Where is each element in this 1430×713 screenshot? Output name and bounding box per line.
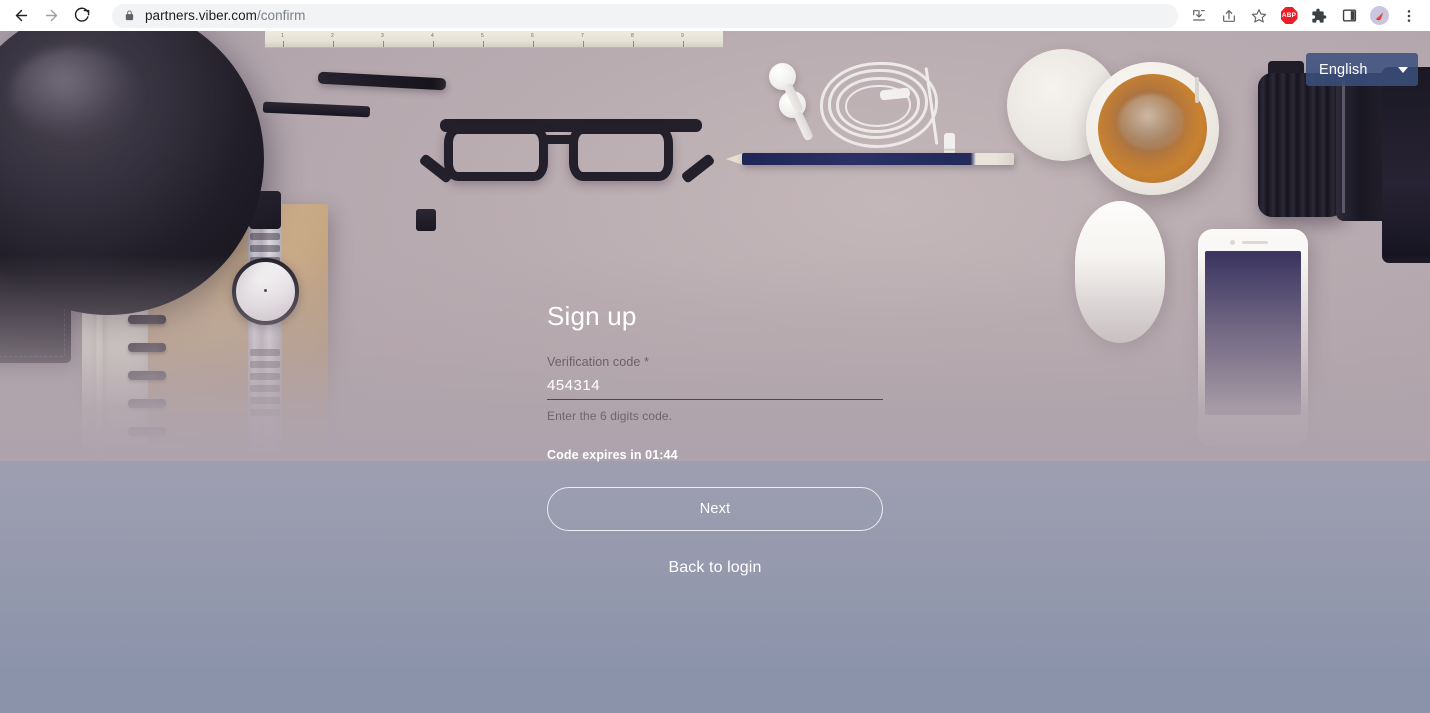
eyeglasses-object <box>418 113 716 185</box>
address-bar[interactable]: partners.viber.com/confirm <box>112 3 1178 28</box>
extensions-button[interactable] <box>1305 2 1333 30</box>
pen-cap-object <box>416 209 436 231</box>
share-button[interactable] <box>1215 2 1243 30</box>
install-app-icon <box>1193 9 1205 21</box>
profile-button[interactable] <box>1365 2 1393 30</box>
phone-screen <box>1205 251 1301 415</box>
back-to-login-link[interactable]: Back to login <box>547 559 883 577</box>
coffee-crema <box>1118 94 1184 150</box>
chrome-menu-button[interactable] <box>1395 2 1423 30</box>
verification-code-hint: Enter the 6 digits code. <box>547 409 673 423</box>
page-viewport: 1 2 3 4 5 6 7 8 9 English Sign up Verifi… <box>0 31 1430 713</box>
navigation-buttons <box>0 1 96 31</box>
language-selector[interactable]: English <box>1306 53 1418 86</box>
url-path: /confirm <box>256 8 306 23</box>
extensions-puzzle-icon <box>1312 8 1327 23</box>
code-expiry-timer: Code expires in 01:44 <box>547 448 678 462</box>
chevron-down-icon <box>1398 66 1408 73</box>
forward-button[interactable] <box>36 1 66 31</box>
coffee-cup-object <box>1086 62 1219 195</box>
wristwatch-object <box>232 258 299 325</box>
browser-toolbar: partners.viber.com/confirm ABP <box>0 0 1430 31</box>
back-button[interactable] <box>6 1 36 31</box>
next-button[interactable]: Next <box>547 487 883 531</box>
signup-form: Sign up Verification code * Enter the 6 … <box>547 301 883 577</box>
side-panel-icon <box>1342 9 1356 22</box>
ruler-object: 1 2 3 4 5 6 7 8 9 <box>265 31 723 48</box>
bookmark-star-icon <box>1251 8 1267 23</box>
url-host: partners.viber.com <box>145 8 257 23</box>
reload-button[interactable] <box>66 1 96 31</box>
lock-icon <box>124 9 135 22</box>
camera-lens-object <box>1258 73 1344 217</box>
url-text: partners.viber.com/confirm <box>145 8 305 23</box>
three-dot-menu-icon <box>1407 9 1411 22</box>
navy-pencil-object <box>742 153 1014 165</box>
camera-body-object <box>1382 67 1430 263</box>
computer-mouse-object <box>1075 201 1165 343</box>
profile-avatar-icon <box>1369 6 1389 25</box>
language-selected-label: English <box>1319 61 1368 78</box>
lamp-highlight <box>10 47 140 139</box>
verification-code-label: Verification code * <box>547 355 649 369</box>
adblock-icon: ABP <box>1280 7 1298 24</box>
back-arrow-icon <box>15 9 27 22</box>
smartphone-object <box>1198 229 1308 447</box>
verification-code-input[interactable] <box>547 375 883 400</box>
page-title: Sign up <box>547 301 637 331</box>
adblock-extension-button[interactable]: ABP <box>1275 2 1303 30</box>
bookmark-button[interactable] <box>1245 2 1273 30</box>
install-app-button[interactable] <box>1185 2 1213 30</box>
browser-action-icons: ABP <box>1184 2 1424 30</box>
side-panel-button[interactable] <box>1335 2 1363 30</box>
watch-band-object <box>248 199 282 451</box>
coffee-liquid <box>1098 74 1207 183</box>
forward-arrow-icon <box>45 9 57 22</box>
share-icon <box>1223 9 1235 22</box>
reload-icon <box>74 7 89 22</box>
